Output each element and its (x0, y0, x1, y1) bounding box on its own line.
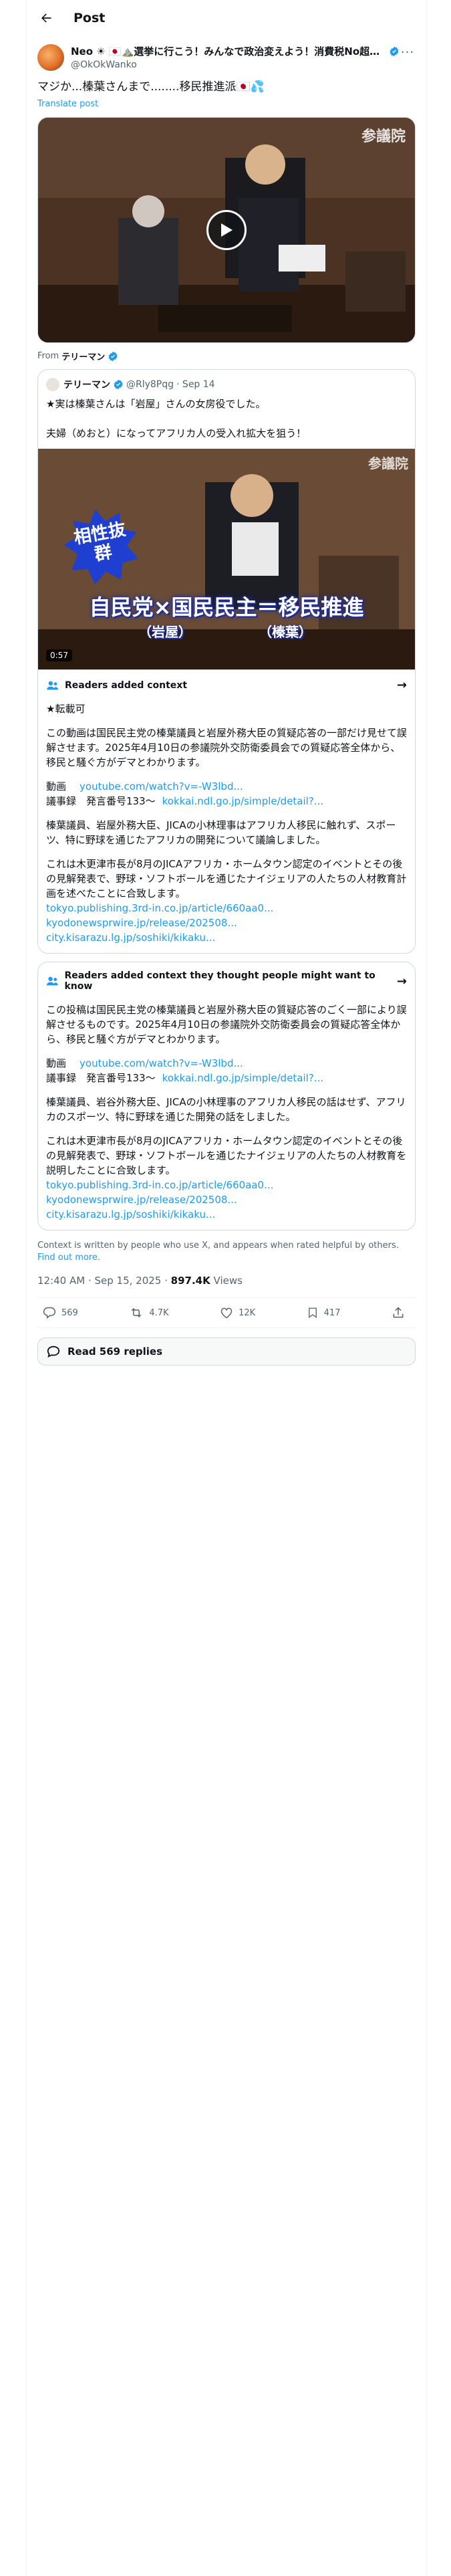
verified-badge-icon (390, 46, 399, 56)
video-watermark: 参議院 (361, 128, 406, 145)
note-minutes-link[interactable]: kokkai.ndl.go.jp/simple/detail?... (162, 1072, 323, 1084)
arrow-right-icon[interactable]: → (397, 974, 407, 988)
reply-icon (43, 1307, 56, 1319)
note-heading: Readers added context they thought peopl… (64, 970, 375, 992)
community-note-main: Readers added context they thought peopl… (37, 962, 416, 1230)
community-note: Readers added context → ★転載可 この動画は国民民主党の… (38, 669, 415, 953)
author-handle[interactable]: @OkOkWanko (71, 60, 400, 70)
reply-count: 569 (61, 1307, 78, 1318)
main-post: Neo ☀ 🇯🇵⛰️選挙に行こう！みんなで政治変えよう！消費税No超過... @… (27, 36, 426, 1366)
back-arrow-icon[interactable] (39, 11, 53, 25)
find-out-more-link[interactable]: Find out more. (37, 1253, 100, 1263)
note-body-3: これは木更津市長が8月のJICAアフリカ・ホームタウン認定のイベントとその後の見… (46, 1135, 407, 1176)
note-body: この動画は国民民主党の榛葉議員と岩屋外務大臣の質疑応答の一部だけ見せて誤解させま… (46, 727, 408, 768)
note-link[interactable]: kyodonewsprwire.jp/release/202508... (46, 1192, 407, 1207)
people-icon (47, 681, 58, 689)
quoted-video[interactable]: 参議院 相性抜群 自民党×国民民主＝移民推進 （岩屋） （榛葉） 0:57 (38, 449, 415, 669)
like-count: 12K (239, 1307, 256, 1318)
note-video-link[interactable]: youtube.com/watch?v=-W3lbd... (80, 1057, 243, 1069)
view-count: 897.4K (170, 1275, 210, 1287)
caption-right: （榛葉） (259, 624, 312, 640)
quoted-watermark: 参議院 (368, 455, 408, 471)
repost-icon (132, 1308, 142, 1317)
note-body-3: これは木更津市長が8月のJICAアフリカ・ホームタウン認定のイベントとその後の見… (46, 858, 407, 899)
heart-icon (220, 1307, 233, 1319)
note-body-2: 榛葉議員、岩屋外務大臣、JICAの小林理事はアフリカ人移民に触れず、スポーツ、特… (46, 819, 396, 846)
quoted-date: · Sep 14 (176, 379, 215, 390)
quoted-text: ★実は榛葉さんは「岩屋」さんの女房役でした。 夫婦（めおと）になってアフリカ人の… (46, 398, 307, 439)
quoted-name: テリーマン (63, 380, 110, 391)
top-bar: Post (27, 0, 426, 36)
video-source: From テリーマン (37, 350, 416, 362)
note-minutes-link[interactable]: kokkai.ndl.go.jp/simple/detail?... (162, 795, 323, 807)
translate-post-link[interactable]: Translate post (37, 99, 416, 109)
post-author: Neo ☀ 🇯🇵⛰️選挙に行こう！みんなで政治変えよう！消費税No超過... @… (37, 44, 416, 71)
people-icon (46, 976, 58, 986)
bookmark-icon (308, 1307, 317, 1319)
more-options-icon[interactable]: ··· (400, 45, 416, 60)
quoted-avatar (46, 378, 59, 391)
speech-bubble-icon (47, 1346, 60, 1358)
post-meta: 12:40 AM · Sep 15, 2025 · 897.4K Views (37, 1275, 416, 1298)
post-video[interactable]: 参議院 (37, 117, 416, 343)
note-link[interactable]: tokyo.publishing.3rd-in.co.jp/article/66… (46, 1178, 407, 1192)
note-heading: Readers added context (65, 679, 188, 691)
video-caption: 自民党×国民民主＝移民推進 (89, 595, 364, 620)
note-link[interactable]: kyodonewsprwire.jp/release/202508... (46, 916, 407, 930)
post-timestamp[interactable]: 12:40 AM · Sep 15, 2025 · (37, 1275, 168, 1287)
post-text: マジか...榛葉さんまで........移民推進派🇯🇵💦 (37, 80, 265, 94)
page-title: Post (73, 11, 106, 25)
arrow-right-icon[interactable]: → (397, 678, 407, 692)
play-button-icon[interactable] (206, 210, 247, 250)
from-name[interactable]: テリーマン (61, 350, 105, 362)
post-page: Post Neo ☀ 🇯🇵⛰️選挙に行こう！みんなで政治変えよう！消費税No超過… (26, 0, 427, 2576)
note-body-2: 榛葉議員、岩谷外務大臣、JICAの小林理事のアフリカ人移民の話はせず、アフリカの… (46, 1096, 406, 1123)
quoted-post[interactable]: テリーマン @Rly8Pqg · Sep 14 ★実は榛葉さんは「岩屋」さんの女… (37, 369, 416, 954)
like-button[interactable]: 12K (220, 1306, 255, 1319)
verified-badge-icon (114, 379, 123, 390)
views-label: Views (213, 1275, 243, 1287)
repost-count: 4.7K (149, 1307, 169, 1318)
reply-button[interactable]: 569 (43, 1306, 78, 1319)
bookmark-button[interactable]: 417 (307, 1306, 341, 1319)
quoted-handle: @Rly8Pqg (126, 379, 174, 390)
verified-badge-icon (108, 351, 118, 361)
read-replies-button[interactable]: Read 569 replies (37, 1337, 416, 1366)
note-link[interactable]: city.kisarazu.lg.jp/soshiki/kikaku... (46, 930, 407, 945)
action-bar: 569 4.7K 12K 417 (37, 1298, 416, 1328)
repost-button[interactable]: 4.7K (129, 1306, 169, 1319)
note-intro: ★転載可 (46, 703, 86, 715)
notes-disclaimer: Context is written by people who use X, … (37, 1241, 399, 1263)
video-duration: 0:57 (46, 649, 72, 661)
bookmark-count: 417 (323, 1307, 341, 1318)
avatar[interactable] (37, 44, 64, 71)
note-link[interactable]: tokyo.publishing.3rd-in.co.jp/article/66… (46, 901, 407, 916)
caption-left: （岩屋） (138, 624, 192, 640)
share-button[interactable] (392, 1306, 410, 1319)
author-name[interactable]: Neo ☀ 🇯🇵⛰️選挙に行こう！みんなで政治変えよう！消費税No超過... (71, 44, 386, 58)
note-video-link[interactable]: youtube.com/watch?v=-W3lbd... (80, 780, 243, 792)
note-body: この投稿は国民民主党の榛葉議員と岩屋外務大臣の質疑応答のごく一部により誤解させる… (46, 1004, 407, 1045)
share-icon (393, 1307, 404, 1318)
note-link[interactable]: city.kisarazu.lg.jp/soshiki/kikaku... (46, 1207, 407, 1222)
